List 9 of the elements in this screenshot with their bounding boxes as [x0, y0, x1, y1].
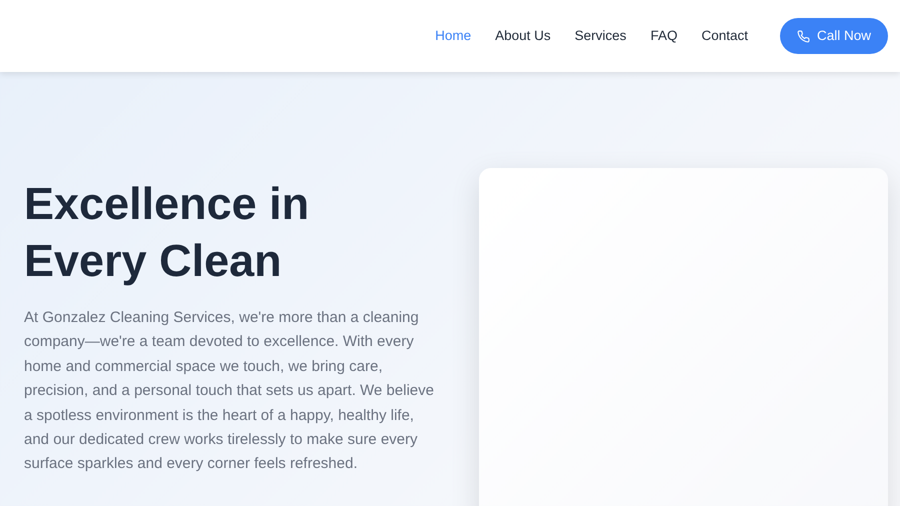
nav-link[interactable]: FAQ: [650, 20, 678, 52]
nav-link[interactable]: About Us: [495, 20, 551, 52]
hero-heading: Excellence in Every Clean: [24, 177, 310, 288]
phone-icon: [796, 30, 810, 42]
hero-paragraph: At Gonzalez Cleaning Services, we're more than a cleaning company—we're a team devoted to excellence. With every home and commercial space we touch, we bring care, precision, and a personal touch that sets us apart. We believe a spotless environment is the heart of a happy, healthy life, and our dedicated crew works tirelessly to make sure every surface sparkles and every corner feels refreshed.: [24, 308, 435, 474]
nav-link[interactable]: Contact: [701, 20, 748, 52]
nav-link[interactable]: Home: [435, 20, 472, 52]
call-now-button[interactable]: Call Now: [780, 18, 888, 54]
nav-link[interactable]: Services: [574, 20, 626, 52]
